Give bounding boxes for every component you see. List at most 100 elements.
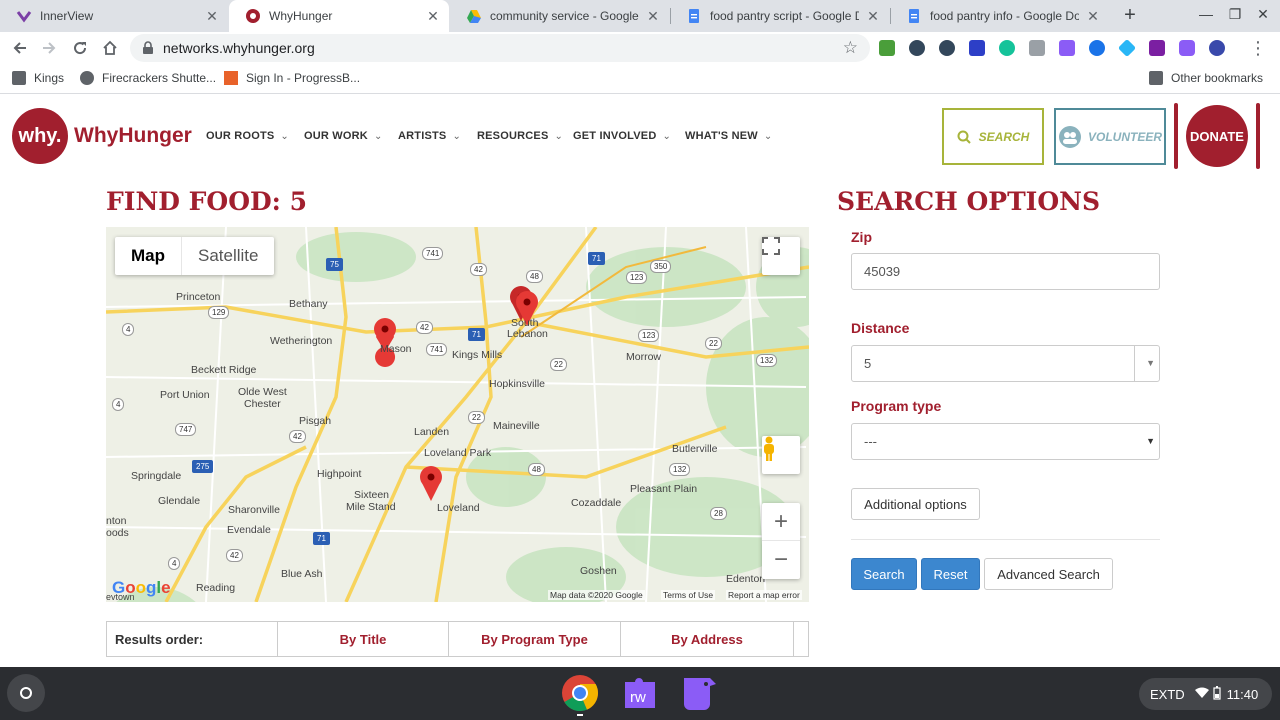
back-icon[interactable]: [8, 36, 32, 60]
map-place-label: Edenton: [726, 573, 766, 585]
display-mode-label: EXTD: [1150, 686, 1185, 702]
extension-icon[interactable]: [1029, 40, 1045, 56]
bookmark-kings[interactable]: Kings: [12, 71, 64, 85]
forward-icon[interactable]: [37, 36, 61, 60]
nav-get-involved[interactable]: GET INVOLVED ⌄: [573, 130, 671, 142]
bookmark-progressbook[interactable]: Sign In - ProgressB...: [224, 71, 360, 85]
sort-by-title[interactable]: By Title: [278, 622, 449, 656]
donate-button[interactable]: DONATE: [1186, 105, 1248, 167]
map[interactable]: Princeton Bethany Wetherington Mason Kin…: [106, 227, 809, 602]
terms-link[interactable]: Terms of Use: [661, 590, 716, 600]
volunteer-button-label: VOLUNTEER: [1087, 129, 1162, 144]
extension-k-icon[interactable]: [1209, 40, 1225, 56]
tab-food-pantry-info[interactable]: food pantry info - Google Docs ✕: [890, 0, 1109, 32]
extension-shield-icon[interactable]: [909, 40, 925, 56]
zoom-in-button[interactable]: +: [762, 503, 800, 541]
map-pin-icon[interactable]: [420, 466, 442, 501]
search-button-label: SEARCH: [978, 129, 1030, 144]
tab-whyhunger[interactable]: WhyHunger ✕: [229, 0, 449, 32]
minimize-icon[interactable]: —: [1196, 6, 1216, 22]
nav-our-work[interactable]: OUR WORK ⌄: [304, 130, 383, 142]
reset-button[interactable]: Reset: [921, 558, 980, 590]
program-type-select[interactable]: --- ▼: [851, 423, 1160, 460]
map-place-label: Glendale: [158, 495, 201, 507]
map-place-label: Highpoint: [317, 468, 362, 480]
google-logo[interactable]: Google: [112, 578, 171, 598]
advanced-search-button[interactable]: Advanced Search: [984, 558, 1113, 590]
status-tray[interactable]: EXTD 11:40: [1139, 678, 1272, 710]
whyhunger-logo[interactable]: why.: [12, 108, 68, 164]
close-window-icon[interactable]: ✕: [1253, 6, 1273, 23]
map-place-label: Port Union: [160, 389, 210, 401]
extension-shield-icon[interactable]: [939, 40, 955, 56]
nav-resources[interactable]: RESOURCES ⌄: [477, 130, 563, 142]
chrome-app[interactable]: [561, 674, 599, 716]
fullscreen-button[interactable]: [762, 237, 800, 275]
sort-by-program-type[interactable]: By Program Type: [449, 622, 621, 656]
tab-food-pantry-script[interactable]: food pantry script - Google Doc ✕: [670, 0, 889, 32]
map-place-label: Sharonville: [228, 504, 280, 516]
zip-label: Zip: [851, 229, 872, 245]
route-shield: 71: [313, 532, 330, 545]
chevron-down-icon: ⌄: [554, 131, 564, 142]
report-map-error-link[interactable]: Report a map error: [726, 590, 802, 600]
extension-globe-icon[interactable]: [1089, 40, 1105, 56]
map-type-satellite[interactable]: Satellite: [182, 237, 274, 275]
grammarly-icon[interactable]: [999, 40, 1015, 56]
pdf-icon[interactable]: [1149, 40, 1165, 56]
form-divider: [851, 539, 1160, 540]
launcher-button[interactable]: [7, 674, 45, 712]
close-icon[interactable]: ✕: [425, 8, 441, 25]
map-place-label: Pleasant Plain: [630, 483, 698, 495]
street-view-button[interactable]: [762, 436, 800, 474]
restore-icon[interactable]: ❐: [1225, 6, 1245, 23]
home-icon[interactable]: [98, 36, 122, 60]
map-place-label: Goshen: [580, 565, 617, 577]
reload-icon[interactable]: [68, 36, 92, 60]
nav-our-roots[interactable]: OUR ROOTS ⌄: [206, 130, 289, 142]
nav-whats-new[interactable]: WHAT'S NEW ⌄: [685, 130, 772, 142]
close-icon[interactable]: ✕: [645, 8, 661, 25]
bird-app[interactable]: [680, 674, 718, 712]
close-icon[interactable]: ✕: [1085, 8, 1101, 25]
url-text: networks.whyhunger.org: [163, 40, 315, 56]
bookmark-firecrackers[interactable]: Firecrackers Shutte...: [80, 71, 216, 85]
nav-artists[interactable]: ARTISTS ⌄: [398, 130, 461, 142]
map-type-map[interactable]: Map: [115, 237, 182, 275]
volunteer-button[interactable]: VOLUNTEER: [1054, 108, 1166, 165]
route-shield: 22: [705, 337, 722, 350]
bookmark-star-icon[interactable]: ☆: [843, 38, 858, 58]
extension-icon[interactable]: [879, 40, 895, 56]
route-shield: 71: [468, 328, 485, 341]
chevron-down-icon: ▼: [1146, 436, 1155, 446]
route-shield: 48: [526, 270, 543, 283]
distance-label: Distance: [851, 320, 910, 336]
route-shield: 350: [650, 260, 672, 273]
header-search-button[interactable]: SEARCH: [942, 108, 1044, 165]
logo-text[interactable]: WhyHunger: [74, 124, 192, 148]
extension-c-icon[interactable]: [969, 40, 985, 56]
extension-bird-icon[interactable]: [1179, 40, 1195, 56]
map-place-label: Cozaddale: [571, 497, 622, 509]
map-place-label: Bethany: [289, 298, 328, 310]
additional-options-button[interactable]: Additional options: [851, 488, 980, 520]
nav-label: RESOURCES: [477, 130, 549, 142]
new-tab-button[interactable]: +: [1120, 4, 1140, 28]
sort-by-address[interactable]: By Address: [621, 622, 794, 656]
close-icon[interactable]: ✕: [204, 8, 220, 25]
tab-innerview[interactable]: InnerView ✕: [0, 0, 228, 32]
readwrite-icon[interactable]: [1059, 40, 1075, 56]
readwrite-app[interactable]: rw: [621, 674, 659, 712]
zoom-out-button[interactable]: −: [762, 541, 800, 579]
map-place-label: Springdale: [131, 470, 182, 482]
other-bookmarks[interactable]: Other bookmarks: [1149, 71, 1263, 85]
knife-icon: [1256, 103, 1260, 169]
extension-diamond-icon[interactable]: [1117, 38, 1137, 58]
address-bar[interactable]: networks.whyhunger.org ☆: [130, 34, 870, 62]
zip-input[interactable]: 45039: [851, 253, 1160, 290]
tab-community-service[interactable]: community service - Google Driv ✕: [450, 0, 669, 32]
close-icon[interactable]: ✕: [865, 8, 881, 25]
distance-select[interactable]: 5 ▼: [851, 345, 1160, 382]
menu-icon[interactable]: ⋮: [1246, 36, 1270, 60]
search-button[interactable]: Search: [851, 558, 917, 590]
